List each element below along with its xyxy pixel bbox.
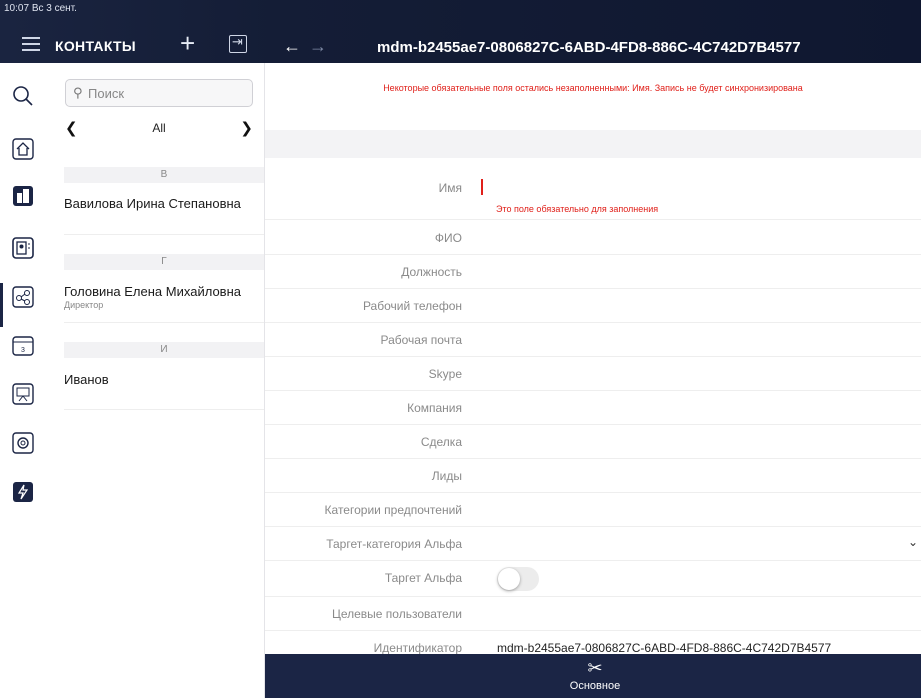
bottom-tab-bar: ✂ Основное: [265, 654, 921, 698]
section-letter: В: [64, 167, 264, 183]
required-error: Это поле обязательно для заполнения: [496, 204, 659, 214]
divider: [64, 234, 264, 235]
home-icon[interactable]: [12, 138, 34, 160]
field-label: ФИО: [434, 231, 462, 245]
list-item[interactable]: Иванов: [64, 372, 264, 387]
leads-input[interactable]: [497, 465, 877, 487]
field-target-users: Целевые пользователи: [265, 597, 921, 631]
skype-input[interactable]: [497, 363, 877, 385]
field-skype: Skype: [265, 357, 921, 391]
back-arrow-icon[interactable]: ←: [283, 36, 301, 57]
work-phone-input[interactable]: [497, 295, 877, 317]
contact-name: Головина Елена Михайловна: [64, 284, 241, 299]
contact-name: Иванов: [64, 372, 109, 387]
field-label: Рабочая почта: [380, 333, 462, 347]
section-letter: И: [64, 342, 264, 358]
section-letter: Г: [64, 254, 264, 270]
field-label: Таргет-категория Альфа: [326, 537, 462, 551]
add-contact-button[interactable]: +: [180, 30, 195, 56]
field-label: Лиды: [431, 469, 462, 483]
filter-next-button[interactable]: ❯: [240, 119, 253, 137]
contact-role: Директор: [64, 300, 104, 310]
field-label: Категории предпочтений: [324, 503, 462, 517]
svg-text:3: 3: [21, 347, 25, 354]
tab-label: Основное: [569, 680, 621, 692]
share-icon[interactable]: [12, 286, 34, 308]
field-label: Таргет Альфа: [384, 571, 462, 585]
search-icon: ⚲: [73, 85, 83, 100]
chevron-down-icon[interactable]: ⌄: [908, 535, 918, 549]
divider: [64, 409, 264, 410]
list-item[interactable]: Вавилова Ирина Степановна: [64, 196, 264, 211]
field-position: Должность: [265, 255, 921, 289]
status-bar: 10:07 Вс 3 сент.: [4, 3, 77, 14]
export-button[interactable]: [229, 34, 247, 53]
field-leads: Лиды: [265, 459, 921, 493]
search-placeholder: Поиск: [88, 86, 125, 101]
position-input[interactable]: [497, 261, 877, 283]
bolt-icon[interactable]: [12, 481, 34, 503]
fio-input[interactable]: [497, 227, 877, 249]
identifier-value: mdm-b2455ae7-0806827C-6ABD-4FD8-886C-4C7…: [497, 641, 832, 655]
field-label: Skype: [428, 367, 462, 381]
sync-warning: Некоторые обязательные поля остались нез…: [383, 83, 803, 93]
toggle-knob: [498, 568, 520, 590]
active-indicator: [0, 283, 3, 327]
section-header: [265, 130, 921, 158]
field-target-alpha: Таргет Альфа: [265, 561, 921, 597]
deal-input[interactable]: [497, 431, 877, 453]
preference-categories-input[interactable]: [497, 499, 877, 521]
presentation-icon[interactable]: [12, 383, 34, 405]
search-icon[interactable]: [12, 85, 34, 107]
contacts-icon[interactable]: [12, 237, 34, 259]
tab-main[interactable]: ✂ Основное: [555, 658, 635, 692]
filter-selector: ❮ All ❯: [65, 119, 253, 137]
building-icon[interactable]: [12, 185, 34, 207]
status-time: 10:07: [4, 3, 30, 14]
menu-button[interactable]: [22, 37, 40, 51]
field-label: Имя: [438, 181, 462, 195]
field-label: Идентификатор: [373, 641, 462, 655]
field-fio: ФИО: [265, 221, 921, 255]
filter-value: All: [152, 121, 166, 135]
field-label: Компания: [407, 401, 462, 415]
field-label: Рабочий телефон: [362, 299, 462, 313]
settings-icon[interactable]: [12, 432, 34, 454]
contact-name: Вавилова Ирина Степановна: [64, 196, 241, 211]
field-label: Сделка: [420, 435, 462, 449]
status-date: Вс 3 сент.: [31, 3, 77, 14]
field-work-email: Рабочая почта: [265, 323, 921, 357]
field-label: Должность: [401, 265, 462, 279]
name-input-caret[interactable]: [481, 179, 483, 195]
field-work-phone: Рабочий телефон: [265, 289, 921, 323]
top-bar: 10:07 Вс 3 сент. КОНТАКТЫ + ← → mdm-b245…: [0, 0, 921, 63]
field-company: Компания: [265, 391, 921, 425]
target-alpha-toggle[interactable]: [497, 567, 539, 591]
icon-rail: 3: [0, 63, 44, 698]
list-item[interactable]: Головина Елена Михайловна Директор: [64, 284, 264, 310]
forward-arrow-icon[interactable]: →: [309, 36, 327, 57]
contacts-title: КОНТАКТЫ: [55, 38, 136, 54]
contact-list-panel: ⚲ Поиск ❮ All ❯ В Вавилова Ирина Степано…: [44, 63, 264, 698]
calendar-icon[interactable]: 3: [12, 334, 34, 356]
detail-panel: Некоторые обязательные поля остались нез…: [265, 63, 921, 698]
divider: [64, 322, 264, 323]
target-users-input[interactable]: [497, 603, 877, 625]
field-label: Целевые пользователи: [331, 607, 462, 621]
record-title: mdm-b2455ae7-0806827C-6ABD-4FD8-886C-4C7…: [377, 39, 801, 56]
company-input[interactable]: [497, 397, 877, 419]
field-deal: Сделка: [265, 425, 921, 459]
field-target-category-alpha: Таргет-категория Альфа ⌄: [265, 527, 921, 561]
search-input[interactable]: ⚲ Поиск: [65, 79, 253, 107]
tools-icon: ✂: [587, 658, 603, 678]
work-email-input[interactable]: [497, 329, 877, 351]
field-preference-categories: Категории предпочтений: [265, 493, 921, 527]
